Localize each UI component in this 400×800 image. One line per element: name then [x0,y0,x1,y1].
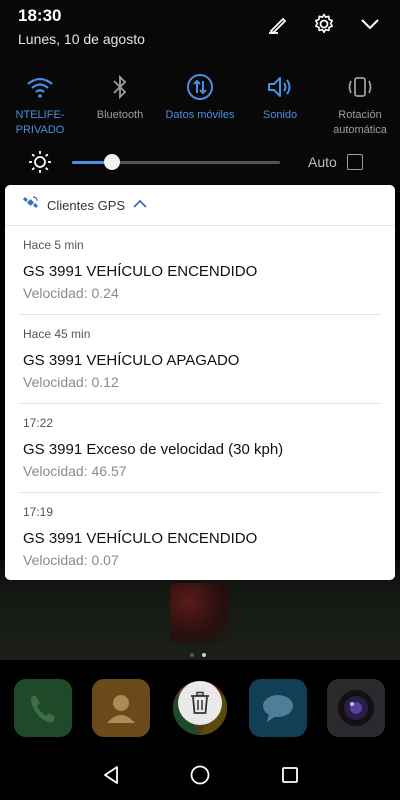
bluetooth-icon [111,70,129,104]
back-icon[interactable] [99,763,123,787]
settings-icon[interactable] [312,12,336,36]
tile-rotation[interactable]: Rotación automática [320,70,400,138]
date-label: Lunes, 10 de agosto [18,31,145,47]
recents-icon[interactable] [278,763,302,787]
notification-time: Hace 45 min [23,327,91,341]
home-icon[interactable] [188,763,212,787]
tile-wifi-label-2: PRIVADO [15,124,65,136]
notification-shade: 18:30 Lunes, 10 de agosto NTELIFE- PRIVAD… [0,0,400,185]
tile-sound-label: Sonido [262,109,298,121]
sound-icon [266,70,294,104]
wifi-icon [26,70,54,104]
clock: 18:30 [18,6,62,25]
chevron-down-icon[interactable] [358,12,382,36]
brightness-icon [28,150,52,179]
trash-icon[interactable] [178,681,222,725]
brightness-control: Auto [0,150,400,176]
brightness-slider[interactable] [72,154,280,170]
tile-mobile-data[interactable]: Datos móviles [160,70,240,138]
tile-bluetooth-label: Bluetooth [96,109,144,121]
contacts-app-icon[interactable] [92,679,150,737]
notification-time: Hace 5 min [23,238,84,252]
notification-item[interactable]: Hace 5 min GS 3991 VEHÍCULO ENCENDIDO Ve… [19,226,381,315]
notification-item[interactable]: 17:22 GS 3991 Exceso de velocidad (30 kp… [19,404,381,493]
satellite-icon [23,195,39,216]
tile-rotation-label-2: automática [333,124,387,136]
brightness-slider-thumb[interactable] [103,154,120,170]
notification-card-header[interactable]: Clientes GPS [5,185,395,226]
chevron-up-icon[interactable] [133,196,147,214]
wallpaper-accent [170,583,230,643]
tile-wifi-label-1: NTELIFE- [15,109,65,121]
page-indicator [190,653,206,657]
tile-mobile-data-label: Datos móviles [165,109,235,121]
tile-rotation-label-1: Rotación [338,109,382,121]
notification-item[interactable]: 17:19 GS 3991 VEHÍCULO ENCENDIDO Velocid… [19,493,381,580]
notification-text: Velocidad: 46.57 [23,463,127,479]
notification-time: 17:19 [23,505,54,519]
rotation-icon [346,70,374,104]
mobile-data-icon [186,70,214,104]
quick-settings-tiles: NTELIFE- PRIVADO Bluetooth Datos móviles … [0,70,400,138]
notification-app-name: Clientes GPS [47,197,126,213]
phone-app-icon[interactable] [14,679,72,737]
tile-sound[interactable]: Sonido [240,70,320,138]
notification-title: GS 3991 VEHÍCULO APAGADO [23,352,240,369]
notification-title: GS 3991 VEHÍCULO ENCENDIDO [23,530,258,547]
notification-item[interactable]: Hace 45 min GS 3991 VEHÍCULO APAGADO Vel… [19,315,381,404]
edit-icon[interactable] [266,12,290,36]
auto-brightness-label: Auto [308,154,337,170]
notification-text: Velocidad: 0.12 [23,374,119,390]
notification-title: GS 3991 Exceso de velocidad (30 kph) [23,441,284,458]
notification-card[interactable]: Clientes GPS Hace 5 min GS 3991 VEHÍCULO… [5,185,395,580]
notification-title: GS 3991 VEHÍCULO ENCENDIDO [23,263,258,280]
notification-text: Velocidad: 0.07 [23,552,119,568]
navigation-bar [0,750,400,800]
notification-text: Velocidad: 0.24 [23,285,119,301]
shade-header-actions [266,12,382,36]
tile-wifi[interactable]: NTELIFE- PRIVADO [0,70,80,138]
messages-app-icon[interactable] [249,679,307,737]
auto-brightness-checkbox[interactable] [347,154,363,170]
notification-time: 17:22 [23,416,54,430]
tile-bluetooth[interactable]: Bluetooth [80,70,160,138]
camera-app-icon[interactable] [327,679,385,737]
